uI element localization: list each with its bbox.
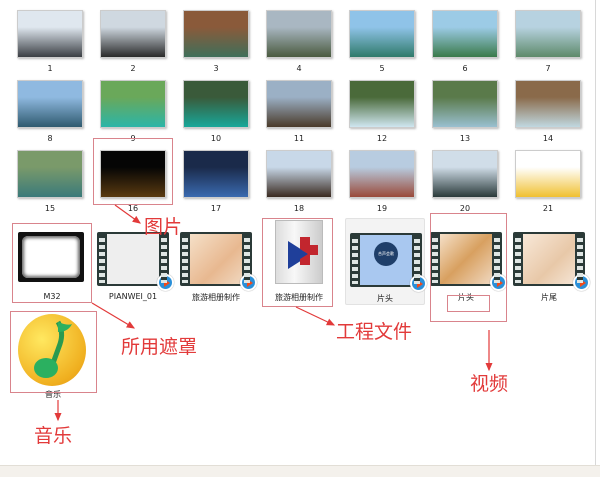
annotation-pictures: 图片	[144, 216, 183, 238]
file-view: 1 2 3 4 5 6 7 8 9 10 11 12 13 14 15 16 17 18 19 20 21 M32 PI…	[0, 0, 596, 465]
annotation-project: 工程文件	[336, 321, 413, 343]
annotation-music: 音乐	[34, 425, 73, 447]
annotation-masks: 所用遮罩	[121, 336, 198, 358]
annotation-video: 视频	[470, 373, 509, 395]
arrow-pictures	[114, 204, 141, 224]
arrow-project	[295, 306, 336, 326]
status-bar	[0, 465, 600, 477]
arrow-masks	[91, 302, 136, 329]
